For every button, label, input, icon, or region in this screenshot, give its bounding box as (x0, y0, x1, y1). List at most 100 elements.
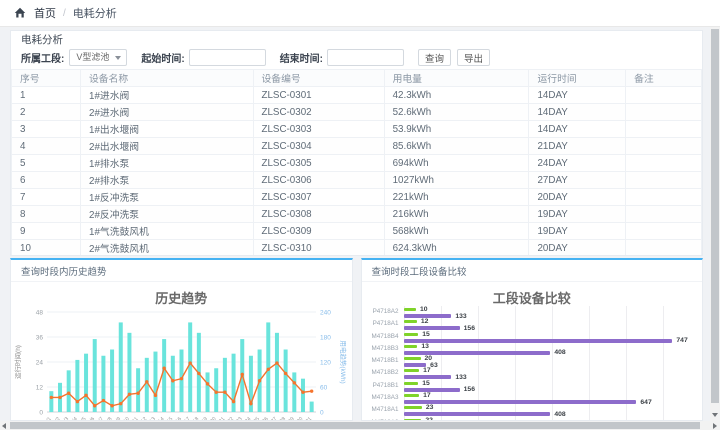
device-table: 序号设备名称设备编号用电量运行时间备注 11#进水阀ZLSC-030142.3k… (11, 69, 702, 256)
compare-rows: P4718A210133P4718A112156M4718B415747M471… (366, 306, 697, 421)
table-column-header: 运行时间 (529, 70, 626, 87)
compare-category-label: M4718A3 (366, 392, 399, 404)
end-time-input[interactable] (327, 49, 404, 66)
trend-line-marker (215, 391, 218, 394)
trend-line-marker (102, 399, 105, 402)
table-cell (626, 138, 702, 155)
table-cell: 4 (12, 138, 81, 155)
compare-row: P4718A210133 (366, 306, 697, 318)
compare-category-label: M4718B3 (366, 343, 399, 355)
runtime-bar (404, 345, 418, 348)
runtime-value-label: 20 (425, 356, 433, 361)
table-cell: 2#进水阀 (81, 104, 254, 121)
vertical-scrollbar-thumb[interactable] (711, 29, 719, 403)
trend-bar (75, 360, 79, 412)
compare-bar-group: 15747 (404, 332, 697, 344)
table-cell: 19DAY (529, 206, 626, 223)
trend-bar (162, 339, 166, 412)
start-time-input[interactable] (189, 49, 266, 66)
runtime-value-label: 13 (421, 344, 429, 349)
table-cell: ZLSC-0302 (253, 104, 384, 121)
compare-row: M4718B12063 (366, 355, 697, 367)
table-row: 31#出水堰阀ZLSC-030353.9kWh14DAY (12, 121, 702, 138)
trend-bar (206, 372, 210, 412)
runtime-bar (404, 382, 419, 385)
compare-bar-group: 10133 (404, 307, 697, 319)
breadcrumb-home[interactable]: 首页 (34, 5, 56, 21)
trend-line-marker (232, 400, 235, 403)
trend-line-marker (50, 396, 53, 399)
trend-bar (266, 322, 270, 412)
trend-line-marker (58, 396, 61, 399)
table-column-header: 设备编号 (253, 70, 384, 87)
runtime-bar (404, 406, 422, 409)
breadcrumb-current[interactable]: 电耗分析 (73, 5, 117, 21)
table-cell: 2#反冲洗泵 (81, 206, 254, 223)
table-cell: 2#气洗鼓风机 (81, 240, 254, 257)
trend-bar (310, 402, 314, 412)
table-header-row: 序号设备名称设备编号用电量运行时间备注 (12, 70, 702, 87)
scroll-left-icon[interactable] (2, 423, 6, 429)
table-cell: ZLSC-0307 (253, 189, 384, 206)
table-cell: ZLSC-0305 (253, 155, 384, 172)
compare-bar-group: 2063 (404, 356, 697, 368)
section-select[interactable]: V型滤池 (69, 49, 127, 66)
table-cell: 42.3kWh (384, 87, 529, 104)
horizontal-scrollbar-thumb[interactable] (10, 422, 700, 429)
table-row: 42#出水堰阀ZLSC-030485.6kWh21DAY (12, 138, 702, 155)
trend-line-marker (84, 394, 87, 397)
table-cell (626, 172, 702, 189)
table-row: 51#排水泵ZLSC-0305694kWh24DAY (12, 155, 702, 172)
table-row: 82#反冲洗泵ZLSC-0308216kWh19DAY (12, 206, 702, 223)
compare-chart-body: P4718A210133P4718A112156M4718B415747M471… (366, 306, 697, 421)
trend-line-marker (197, 372, 200, 375)
trend-bar (127, 333, 131, 412)
scroll-down-icon[interactable] (712, 413, 718, 417)
trend-bar (284, 350, 288, 413)
trend-line-marker (110, 404, 113, 407)
filter-bar: 所属工段: V型滤池 起始时间: 结束时间: 查询 导出 (11, 46, 702, 69)
table-cell: 1#出水堰阀 (81, 121, 254, 138)
trend-line-marker (136, 392, 139, 395)
table-cell (626, 87, 702, 104)
compare-bar-group: 13408 (404, 344, 697, 356)
trend-line-marker (154, 394, 157, 397)
table-cell (626, 189, 702, 206)
trend-bar (180, 350, 184, 413)
table-row: 71#反冲洗泵ZLSC-0307221kWh20DAY (12, 189, 702, 206)
table-cell: 694kWh (384, 155, 529, 172)
table-cell: 1#排水泵 (81, 155, 254, 172)
table-cell: 9 (12, 223, 81, 240)
table-cell: 53.9kWh (384, 121, 529, 138)
table-cell (626, 223, 702, 240)
table-cell: ZLSC-0304 (253, 138, 384, 155)
start-time-label: 起始时间: (141, 50, 184, 65)
scroll-right-icon[interactable] (713, 423, 717, 429)
trend-bar (136, 368, 140, 412)
compare-row: M4718A123408 (366, 404, 697, 416)
table-cell (626, 104, 702, 121)
compare-row: M4718A317647 (366, 392, 697, 404)
runtime-value-label: 10 (420, 307, 428, 312)
runtime-value-label: 17 (423, 368, 431, 373)
vertical-scrollbar[interactable] (710, 27, 720, 421)
compare-bar-group: 15156 (404, 381, 697, 393)
horizontal-scrollbar[interactable] (0, 421, 720, 430)
table-cell: 24DAY (529, 155, 626, 172)
trend-bar (275, 333, 279, 412)
trend-line-marker (258, 379, 261, 382)
runtime-value-label: 15 (422, 332, 430, 337)
home-icon[interactable] (14, 7, 26, 19)
query-button[interactable]: 查询 (418, 49, 451, 66)
svg-text:240: 240 (320, 309, 331, 316)
table-cell: 568kWh (384, 223, 529, 240)
table-cell: 2#排水泵 (81, 172, 254, 189)
trend-line-marker (162, 367, 165, 370)
svg-text:48: 48 (36, 309, 44, 316)
table-row: 22#进水阀ZLSC-030252.6kWh14DAY (12, 104, 702, 121)
svg-text:36: 36 (36, 334, 44, 341)
svg-text:120: 120 (320, 359, 331, 366)
trend-chart-panel: 查询时段内历史趋势 历史趋势 012243648060120180240运行时间… (10, 258, 353, 421)
table-cell (626, 155, 702, 172)
export-button[interactable]: 导出 (457, 49, 490, 66)
